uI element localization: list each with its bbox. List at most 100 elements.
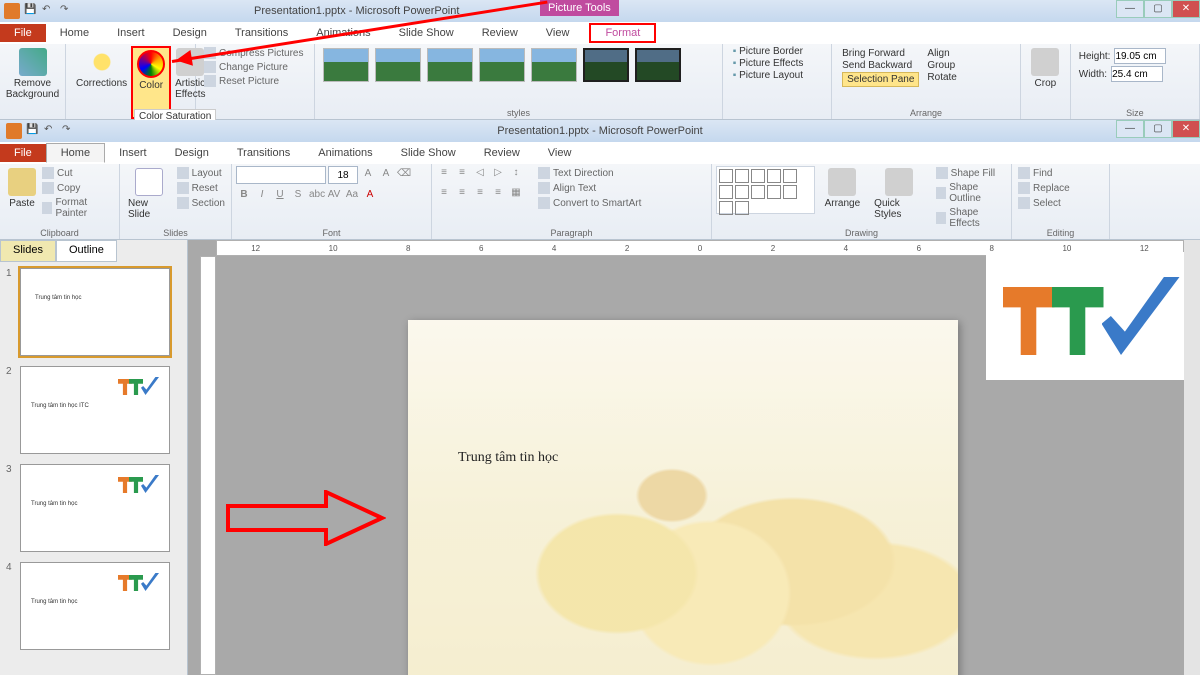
style-thumb[interactable] — [635, 48, 681, 82]
cut-button[interactable]: Cut — [40, 166, 115, 180]
outline-tab[interactable]: Outline — [56, 240, 117, 262]
strike-button[interactable]: S — [290, 188, 306, 204]
font-family-select[interactable] — [236, 166, 326, 184]
style-thumb[interactable] — [479, 48, 525, 82]
columns-button[interactable]: ▦ — [508, 186, 524, 202]
tab-design[interactable]: Design — [159, 24, 221, 42]
corrections-button[interactable]: Corrections — [72, 46, 131, 119]
align-left-button[interactable]: ≡ — [436, 186, 452, 202]
tab-animations[interactable]: Animations — [304, 144, 386, 162]
section-button[interactable]: Section — [175, 196, 227, 210]
quick-styles-button[interactable]: Quick Styles — [870, 166, 927, 230]
linespacing-button[interactable]: ↕ — [508, 166, 524, 182]
group-button[interactable]: Group — [927, 60, 956, 71]
width-input[interactable] — [1111, 66, 1163, 82]
layout-button[interactable]: Layout — [175, 166, 227, 180]
tab-transitions[interactable]: Transitions — [223, 144, 304, 162]
undo-icon[interactable]: ↶ — [42, 4, 56, 18]
style-thumb[interactable] — [323, 48, 369, 82]
bring-forward-button[interactable]: Bring Forward — [842, 48, 919, 59]
tab-insert[interactable]: Insert — [103, 24, 159, 42]
copy-button[interactable]: Copy — [40, 181, 115, 195]
height-input[interactable] — [1114, 48, 1166, 64]
paste-button[interactable]: Paste — [4, 166, 40, 220]
tab-file[interactable]: File — [0, 144, 46, 162]
indent-button[interactable]: ▷ — [490, 166, 506, 182]
format-painter-button[interactable]: Format Painter — [40, 196, 115, 220]
slide-thumbnail[interactable]: 3Trung tâm tin học — [6, 464, 181, 552]
picture-styles-gallery[interactable] — [321, 46, 715, 84]
crop-button[interactable]: Crop — [1027, 46, 1064, 91]
tab-review[interactable]: Review — [468, 24, 532, 42]
vertical-scrollbar[interactable] — [1184, 240, 1200, 675]
find-button[interactable]: Find — [1016, 166, 1105, 180]
justify-button[interactable]: ≡ — [490, 186, 506, 202]
reset-button[interactable]: Reset — [175, 181, 227, 195]
shape-effects-button[interactable]: Shape Effects — [934, 206, 1007, 230]
maximize-button[interactable]: ▢ — [1144, 120, 1172, 138]
tab-review[interactable]: Review — [470, 144, 534, 162]
arrange-button[interactable]: Arrange — [821, 166, 865, 230]
select-button[interactable]: Select — [1016, 196, 1105, 210]
shadow-button[interactable]: abc — [308, 188, 324, 204]
slide-title-text[interactable]: Trung tâm tin học — [458, 450, 558, 466]
convert-smartart-button[interactable]: Convert to SmartArt — [536, 196, 643, 210]
tab-insert[interactable]: Insert — [105, 144, 161, 162]
align-button[interactable]: Align — [927, 48, 956, 59]
slide-thumbnail[interactable]: 1Trung tâm tin học — [6, 268, 181, 356]
redo-icon[interactable]: ↷ — [62, 124, 76, 138]
font-color-button[interactable]: A — [362, 188, 378, 204]
maximize-button[interactable]: ▢ — [1144, 0, 1172, 18]
style-thumb[interactable] — [375, 48, 421, 82]
rotate-button[interactable]: Rotate — [927, 72, 956, 83]
align-text-button[interactable]: Align Text — [536, 181, 643, 195]
tab-file[interactable]: File — [0, 24, 46, 42]
style-thumb[interactable] — [531, 48, 577, 82]
remove-background-button[interactable]: Remove Background — [6, 46, 59, 102]
tab-transitions[interactable]: Transitions — [221, 24, 302, 42]
shape-fill-button[interactable]: Shape Fill — [934, 166, 1007, 180]
save-icon[interactable]: 💾 — [24, 4, 38, 18]
tab-design[interactable]: Design — [161, 144, 223, 162]
slide-thumbnail[interactable]: 4Trung tâm tin học — [6, 562, 181, 650]
text-direction-button[interactable]: Text Direction — [536, 166, 643, 180]
underline-button[interactable]: U — [272, 188, 288, 204]
selection-pane-button[interactable]: Selection Pane — [842, 72, 919, 87]
tab-slideshow[interactable]: Slide Show — [387, 144, 470, 162]
undo-icon[interactable]: ↶ — [44, 124, 58, 138]
font-size-select[interactable] — [328, 166, 358, 184]
redo-icon[interactable]: ↷ — [60, 4, 74, 18]
tab-view[interactable]: View — [534, 144, 586, 162]
minimize-button[interactable]: — — [1116, 0, 1144, 18]
tab-view[interactable]: View — [532, 24, 584, 42]
bullets-button[interactable]: ≡ — [436, 166, 452, 182]
slides-tab[interactable]: Slides — [0, 240, 56, 262]
case-button[interactable]: Aa — [344, 188, 360, 204]
reset-picture-button[interactable]: Reset Picture — [202, 74, 308, 88]
new-slide-button[interactable]: New Slide — [124, 166, 175, 222]
minimize-button[interactable]: — — [1116, 120, 1144, 138]
shrink-font-icon[interactable]: A — [378, 167, 394, 183]
shape-outline-button[interactable]: Shape Outline — [934, 181, 1007, 205]
italic-button[interactable]: I — [254, 188, 270, 204]
align-center-button[interactable]: ≡ — [454, 186, 470, 202]
spacing-button[interactable]: AV — [326, 188, 342, 204]
numbering-button[interactable]: ≡ — [454, 166, 470, 182]
save-icon[interactable]: 💾 — [26, 124, 40, 138]
change-picture-button[interactable]: Change Picture — [202, 60, 308, 74]
picture-effects-button[interactable]: Picture Effects — [733, 58, 825, 69]
current-slide[interactable]: Trung tâm tin học — [408, 320, 958, 675]
tab-home[interactable]: Home — [46, 24, 103, 42]
outdent-button[interactable]: ◁ — [472, 166, 488, 182]
grow-font-icon[interactable]: A — [360, 167, 376, 183]
tab-format[interactable]: Format — [589, 23, 656, 43]
close-button[interactable]: ✕ — [1172, 120, 1200, 138]
style-thumb[interactable] — [427, 48, 473, 82]
shapes-gallery[interactable] — [716, 166, 815, 214]
align-right-button[interactable]: ≡ — [472, 186, 488, 202]
close-button[interactable]: ✕ — [1172, 0, 1200, 18]
slide-canvas[interactable]: 12108642024681012 Trung tâm tin học — [188, 240, 1200, 675]
replace-button[interactable]: Replace — [1016, 181, 1105, 195]
send-backward-button[interactable]: Send Backward — [842, 60, 919, 71]
picture-layout-button[interactable]: Picture Layout — [733, 70, 825, 81]
